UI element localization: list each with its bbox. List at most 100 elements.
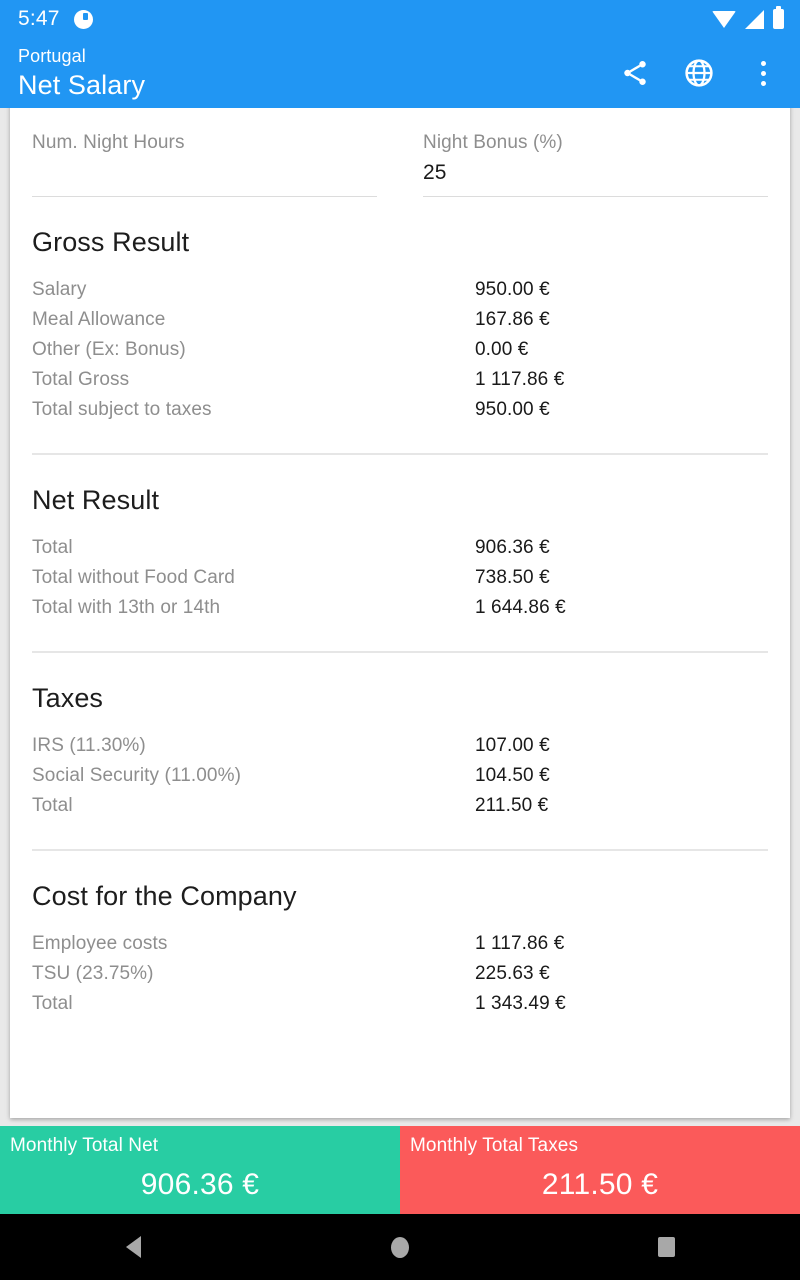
num-night-hours-underline [32,196,377,197]
globe-icon [685,59,713,87]
table-row: Total Gross 1 117.86 € [32,365,768,395]
result-card: Reimbursement of Costs Overtime (%) Num.… [10,108,790,1118]
summary-bar: Monthly Total Net 906.36 € Monthly Total… [0,1126,800,1214]
row-label: Total subject to taxes [32,399,212,420]
row-label: Total [32,537,73,558]
overtime-value [423,108,768,116]
monthly-total-net-tile: Monthly Total Net 906.36 € [0,1126,400,1214]
recents-icon [658,1237,676,1257]
row-value: 104.50 € [475,765,550,786]
notification-icon [73,9,93,29]
monthly-total-net-amount: 906.36 € [140,1168,260,1201]
cellular-signal-icon [745,9,764,29]
section-title: Taxes [32,683,104,713]
monthly-total-net-label: Monthly Total Net [10,1135,159,1156]
monthly-total-taxes-label: Monthly Total Taxes [410,1135,579,1156]
reimbursement-of-costs-field[interactable]: Reimbursement of Costs [32,108,377,116]
overflow-menu-icon-dot [760,70,766,76]
row-value: 1 117.86 € [475,369,565,390]
overflow-menu-icon-dot [760,80,766,86]
row-value: 738.50 € [475,567,550,588]
table-row: Other (Ex: Bonus) 0.00 € [32,335,768,365]
row-label: Total with 13th or 14th [32,597,221,618]
app-bar-actions [618,56,780,90]
table-row: Meal Allowance 167.86 € [32,305,768,335]
row-label: Other (Ex: Bonus) [32,339,186,360]
monthly-total-taxes-tile: Monthly Total Taxes 211.50 € [400,1126,800,1214]
status-bar-right [712,6,784,29]
table-row: Total 906.36 € [32,533,768,563]
row-value: 950.00 € [475,279,550,300]
form-row-night: Num. Night Hours Night Bonus (%) 25 [32,116,768,197]
table-row: Employee costs 1 117.86 € [32,929,768,959]
back-icon [125,1236,141,1258]
table-row: Total 211.50 € [32,791,768,821]
language-button[interactable] [682,56,716,90]
status-bar-clock: 5:47 [18,7,60,30]
row-label: Total [32,993,73,1014]
night-bonus-input[interactable]: 25 [423,158,768,196]
night-bonus-label: Night Bonus (%) [423,132,563,153]
monthly-total-taxes-amount: 211.50 € [541,1168,659,1201]
row-label: Social Security (11.00%) [32,765,242,786]
row-value: 107.00 € [475,735,550,756]
row-value: 906.36 € [475,537,550,558]
row-value: 950.00 € [475,399,550,420]
share-button[interactable] [618,56,652,90]
section-title: Net Result [32,485,160,515]
table-row: Total 1 343.49 € [32,989,768,1019]
home-icon [390,1236,409,1258]
num-night-hours-input[interactable] [32,158,377,196]
overtime-field[interactable]: Overtime (%) [423,108,768,116]
table-row: TSU (23.75%) 225.63 € [32,959,768,989]
app-bar-title-block: Portugal Net Salary [18,44,145,102]
section-taxes: Taxes IRS (11.30%) 107.00 € Social Secur… [32,653,768,851]
overflow-menu-button[interactable] [746,56,780,90]
android-navigation-bar [0,1214,800,1280]
section-title: Cost for the Company [32,881,297,911]
table-row: IRS (11.30%) 107.00 € [32,731,768,761]
section-cost-for-company: Cost for the Company Employee costs 1 11… [32,851,768,1019]
row-label: IRS (11.30%) [32,735,146,756]
page-title: Net Salary [18,70,146,100]
back-button[interactable] [93,1214,173,1280]
battery-icon [773,6,784,29]
row-value: 0.00 € [475,339,529,360]
night-bonus-underline [423,196,768,197]
row-label: TSU (23.75%) [32,963,154,984]
table-row: Total with 13th or 14th 1 644.86 € [32,593,768,623]
row-value: 1 117.86 € [475,933,565,954]
table-row: Social Security (11.00%) 104.50 € [32,761,768,791]
recents-button[interactable] [627,1214,707,1280]
app-bar-subtitle: Portugal [18,46,86,66]
row-value: 1 343.49 € [475,993,566,1014]
num-night-hours-label: Num. Night Hours [32,132,185,153]
overflow-menu-icon-dot [760,60,766,66]
status-bar-left: 5:47 [18,7,93,31]
scroll-content[interactable]: Reimbursement of Costs Overtime (%) Num.… [0,108,800,1126]
form-row-reimbursement-overtime: Reimbursement of Costs Overtime (%) [32,108,768,116]
night-bonus-field[interactable]: Night Bonus (%) 25 [423,116,768,197]
row-label: Total without Food Card [32,567,235,588]
row-label: Employee costs [32,933,168,954]
row-label: Meal Allowance [32,309,166,330]
app-screen: 5:47 Portugal Net Salary Num. Night Hour… [0,0,800,1280]
section-net-result: Net Result Total 906.36 € Total without … [32,455,768,653]
row-label: Total [32,795,73,816]
row-value: 1 644.86 € [475,597,566,618]
home-button[interactable] [360,1214,440,1280]
table-row: Salary 950.00 € [32,275,768,305]
wifi-icon [712,10,736,28]
table-row: Total subject to taxes 950.00 € [32,395,768,425]
share-icon [624,61,646,85]
row-value: 167.86 € [475,309,550,330]
num-night-hours-field[interactable]: Num. Night Hours [32,116,377,197]
section-gross-result: Gross Result Salary 950.00 € Meal Allowa… [32,197,768,455]
row-label: Salary [32,279,87,300]
table-row: Total without Food Card 738.50 € [32,563,768,593]
row-label: Total Gross [32,369,130,390]
status-bar: 5:47 [0,0,800,38]
section-title: Gross Result [32,227,190,257]
app-bar: Portugal Net Salary [0,38,800,108]
reimbursement-of-costs-value [32,108,377,116]
